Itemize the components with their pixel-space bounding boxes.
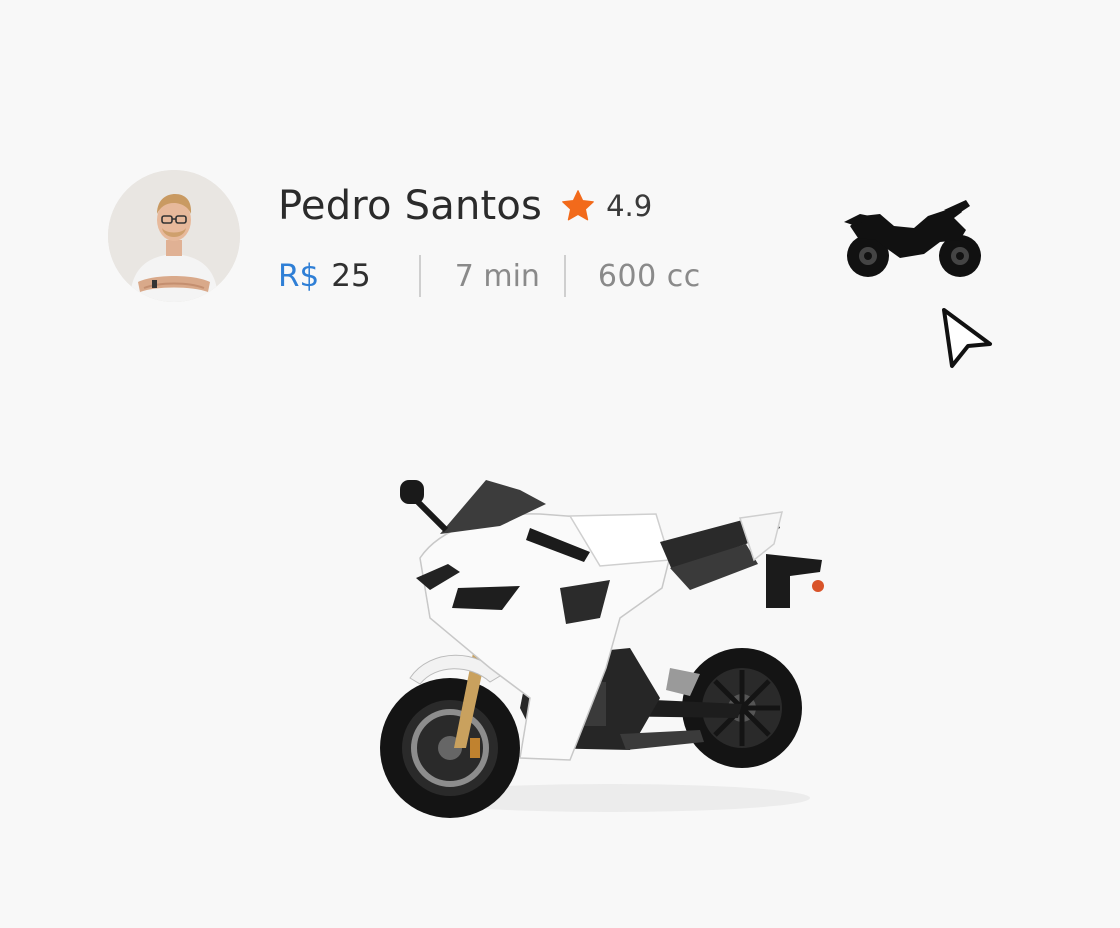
motorcycle-icon	[840, 196, 990, 282]
price-currency: R$	[278, 258, 320, 294]
cursor-icon	[938, 306, 996, 372]
driver-name-row: Pedro Santos 4.9	[278, 178, 652, 234]
driver-name: Pedro Santos	[278, 183, 543, 229]
star-icon	[560, 188, 596, 224]
trip-info-row: R$ 25 7 min 600 cc	[278, 250, 701, 302]
engine-displacement: 600 cc	[597, 258, 701, 294]
eta-value: 7 min	[454, 258, 540, 294]
divider	[418, 255, 421, 297]
motorcycle-photo	[370, 468, 840, 828]
divider	[563, 255, 566, 297]
driver-avatar	[108, 170, 240, 302]
driver-offer-card[interactable]: Pedro Santos 4.9 R$ 25 7 min 600 cc	[0, 0, 1120, 928]
price-value: 25	[331, 258, 371, 294]
person-avatar-image	[108, 170, 240, 302]
driver-rating: 4.9	[606, 189, 653, 223]
